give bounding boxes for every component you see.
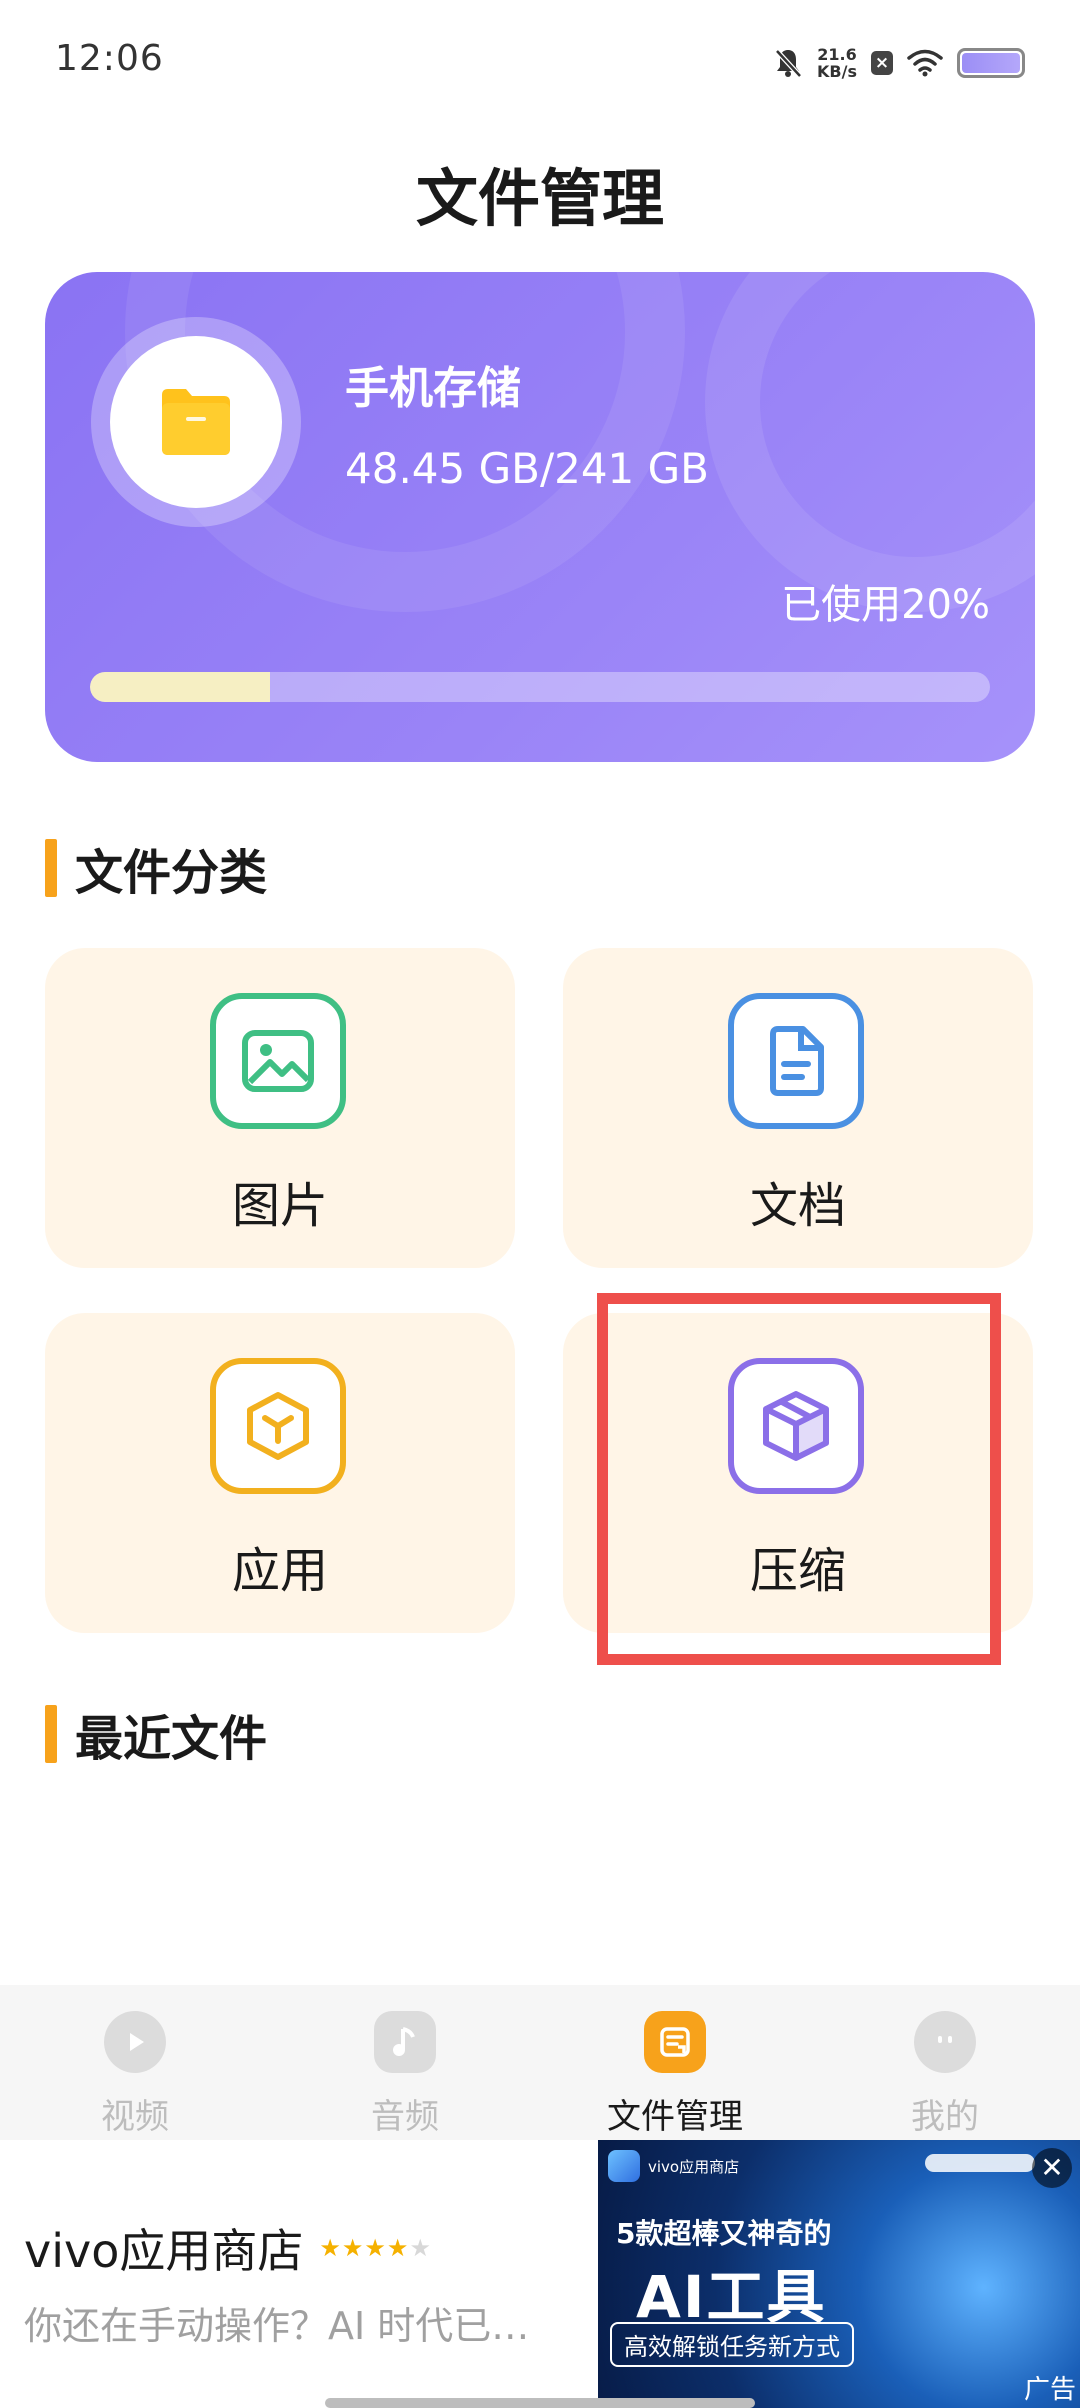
network-speed: 21.6 KB/s bbox=[817, 45, 857, 81]
folder-icon-badge bbox=[91, 317, 301, 527]
ad-banner-header: vivo应用商店 bbox=[608, 2150, 739, 2182]
category-label: 应用 bbox=[231, 1543, 328, 1599]
storage-used-percent: 已使用20% bbox=[781, 582, 990, 628]
ad-description: 你还在手动操作？AI 时代已… bbox=[24, 2304, 530, 2348]
categories-section-title: 文件分类 bbox=[75, 845, 268, 901]
ad-title-text: vivo应用商店 bbox=[24, 2224, 304, 2278]
nav-label: 音频 bbox=[371, 2097, 439, 2137]
categories-section-header: 文件分类 bbox=[45, 838, 267, 901]
section-accent-bar bbox=[45, 839, 57, 897]
recent-section-header: 最近文件 bbox=[45, 1704, 267, 1767]
ad-banner-image[interactable]: vivo应用商店 ✕ 5款超棒又神奇的 AI工具 高效解锁任务新方式 广告 bbox=[598, 2140, 1080, 2408]
mute-icon bbox=[773, 47, 803, 79]
card-decoration bbox=[705, 272, 1035, 612]
category-label: 图片 bbox=[231, 1178, 328, 1234]
bottom-nav: 视频 音频 文件管理 我的 bbox=[0, 1985, 1080, 2140]
ad-banner-search-bar bbox=[925, 2154, 1035, 2172]
nav-tab-file-manager[interactable]: 文件管理 bbox=[540, 1985, 810, 2140]
battery-icon bbox=[957, 48, 1025, 78]
storage-progress-bar bbox=[90, 672, 990, 702]
category-archives[interactable]: 压缩 bbox=[563, 1313, 1033, 1633]
home-indicator[interactable] bbox=[325, 2398, 755, 2408]
wifi-icon bbox=[907, 49, 943, 77]
play-icon bbox=[104, 2011, 166, 2073]
category-label: 压缩 bbox=[749, 1543, 846, 1599]
ad-rating-stars: ★★★★★ bbox=[319, 2234, 432, 2262]
ad-banner-store: vivo应用商店 bbox=[648, 2157, 740, 2176]
image-icon bbox=[210, 993, 346, 1129]
storage-progress-fill bbox=[90, 672, 270, 702]
category-apps[interactable]: 应用 bbox=[45, 1313, 515, 1633]
app-cube-icon bbox=[210, 1358, 346, 1494]
storage-size: 48.45 GB/241 GB bbox=[345, 444, 709, 493]
ad-title: vivo应用商店 ★★★★★ bbox=[24, 2215, 432, 2281]
profile-face-icon bbox=[914, 2011, 976, 2073]
no-sim-icon: × bbox=[871, 51, 893, 75]
nav-label: 视频 bbox=[101, 2097, 169, 2137]
music-note-icon bbox=[374, 2011, 436, 2073]
nav-label: 文件管理 bbox=[607, 2097, 743, 2137]
page-title: 文件管理 bbox=[415, 162, 664, 235]
status-time: 12:06 bbox=[55, 38, 164, 79]
status-icons: 21.6 KB/s × bbox=[773, 40, 1025, 86]
nav-label: 我的 bbox=[911, 2097, 979, 2137]
document-icon bbox=[728, 993, 864, 1129]
package-box-icon bbox=[728, 1358, 864, 1494]
status-bar: 12:06 21.6 KB/s × bbox=[0, 0, 1080, 126]
storage-name: 手机存储 bbox=[345, 363, 521, 414]
nav-tab-profile[interactable]: 我的 bbox=[810, 1985, 1080, 2140]
app-store-logo-icon bbox=[608, 2150, 640, 2182]
category-documents[interactable]: 文档 bbox=[563, 948, 1033, 1268]
nav-tab-video[interactable]: 视频 bbox=[0, 1985, 270, 2140]
recent-section-title: 最近文件 bbox=[75, 1711, 268, 1767]
category-label: 文档 bbox=[749, 1178, 846, 1234]
ad-tag: 广告 bbox=[1023, 2375, 1076, 2405]
ad-headline: 5款超棒又神奇的 bbox=[616, 2217, 832, 2250]
category-images[interactable]: 图片 bbox=[45, 948, 515, 1268]
file-manager-icon bbox=[644, 2011, 706, 2073]
ad-headline-sub: 高效解锁任务新方式 bbox=[610, 2322, 854, 2367]
section-accent-bar bbox=[45, 1705, 57, 1763]
nav-tab-audio[interactable]: 音频 bbox=[270, 1985, 540, 2140]
ad-close-button[interactable]: ✕ bbox=[1032, 2148, 1072, 2188]
folder-icon bbox=[110, 336, 282, 508]
storage-card[interactable]: 手机存储 48.45 GB/241 GB 已使用20% bbox=[45, 272, 1035, 762]
ad-area[interactable]: vivo应用商店 ★★★★★ 你还在手动操作？AI 时代已… vivo应用商店 … bbox=[0, 2140, 1080, 2408]
